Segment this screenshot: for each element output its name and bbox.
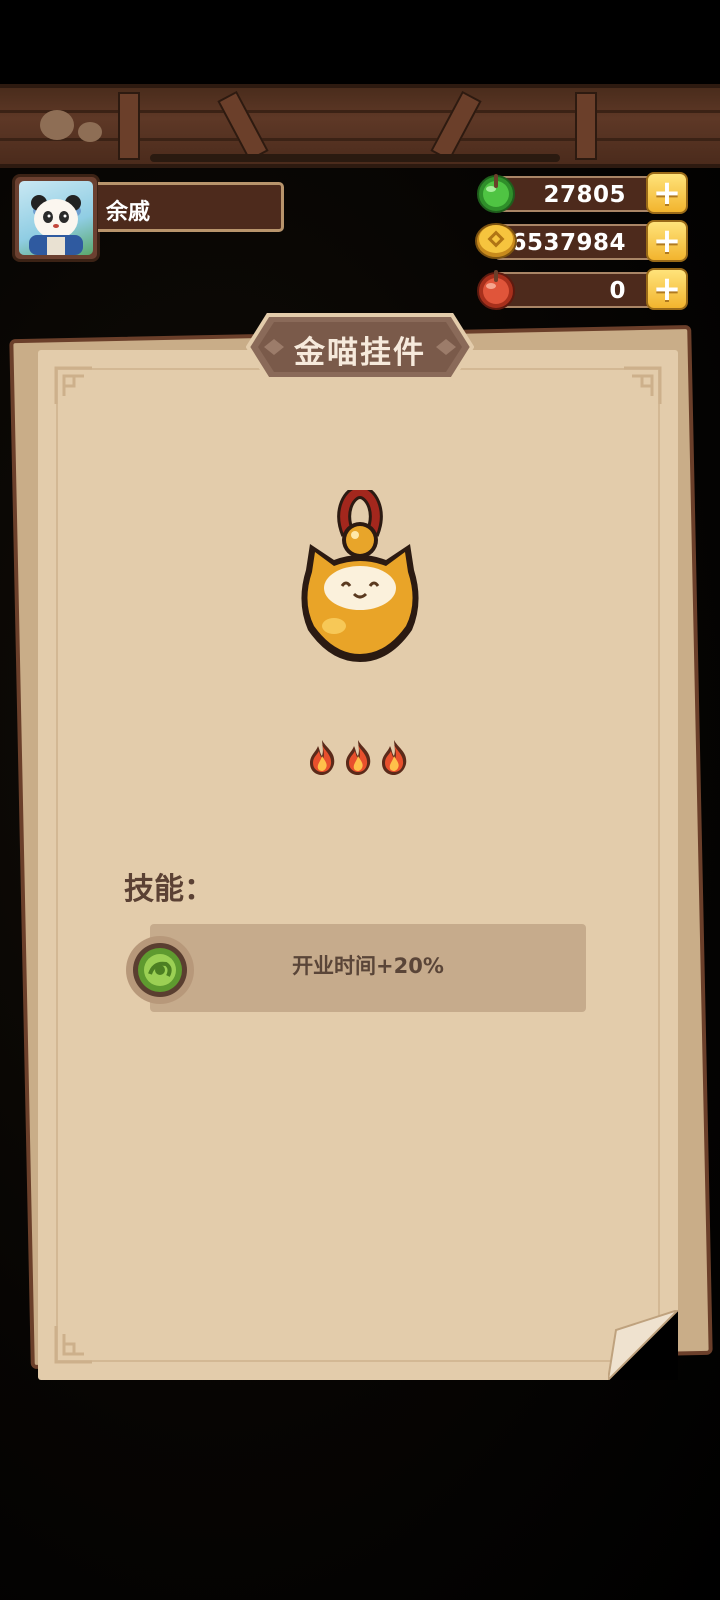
game-screen: 余戚 27805 + 6537984 + 0 + 金喵挂件 技能： 开业时间+2…	[0, 0, 720, 1600]
beam-shelf	[150, 154, 560, 162]
player-avatar[interactable]	[12, 174, 100, 262]
flame-icon	[382, 740, 407, 775]
sparrow-decoration-icon	[78, 122, 102, 142]
currency-gold-coin: 6537984 +	[474, 218, 688, 262]
skill-label: 技能：	[124, 872, 214, 907]
corner-ornament-icon	[54, 1326, 92, 1364]
currency-green-jade: 27805 +	[474, 170, 688, 214]
add-red-jade-button[interactable]: +	[646, 268, 688, 310]
item-rarity-stars	[306, 738, 416, 778]
gold-coin-amount: 6537984	[510, 230, 626, 256]
player-name: 余戚	[106, 200, 151, 225]
sparrow-decoration-icon	[40, 110, 74, 140]
green-jade-amount: 27805	[543, 182, 626, 208]
corner-ornament-icon	[624, 366, 662, 404]
panel-title: 金喵挂件	[294, 335, 426, 371]
golden-cat-pendant-icon	[301, 490, 419, 662]
player-name-plate: 余戚	[98, 182, 284, 232]
currency-red-jade: 0 +	[474, 266, 688, 310]
green-jade-icon	[477, 174, 515, 213]
red-jade-amount: 0	[609, 278, 626, 304]
add-gold-coin-button[interactable]: +	[646, 220, 688, 262]
flame-icon	[346, 740, 371, 775]
panel-title-plate: 金喵挂件	[246, 313, 474, 381]
skill-description: 开业时间+20%	[292, 954, 444, 978]
gold-coin-icon	[475, 223, 517, 259]
add-green-jade-button[interactable]: +	[646, 172, 688, 214]
corner-ornament-icon	[54, 366, 92, 404]
panda-avatar-icon	[19, 181, 93, 255]
flame-icon	[310, 740, 335, 775]
red-jade-icon	[477, 270, 515, 310]
page-fold-corner	[608, 1310, 678, 1380]
